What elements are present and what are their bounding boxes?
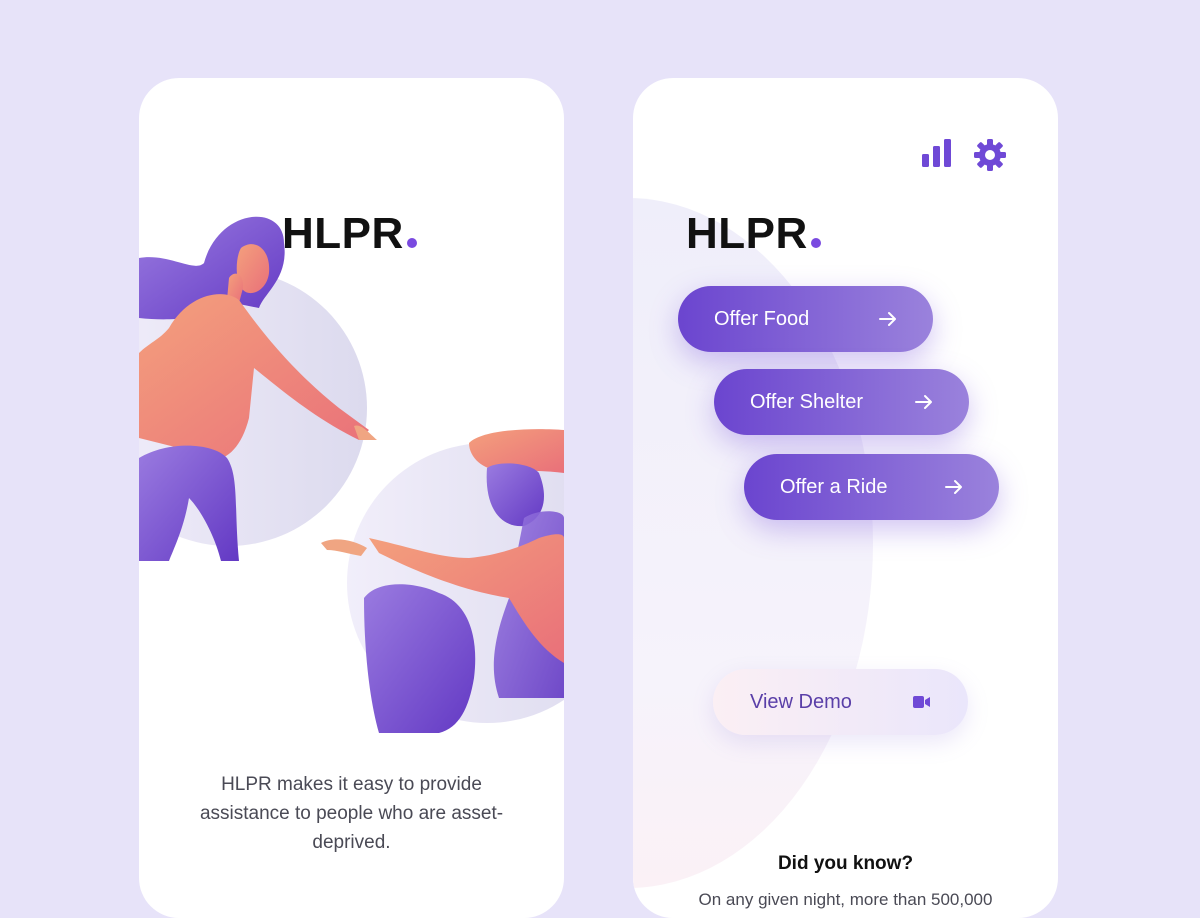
- home-screen: HLPR Offer Food Offer Shelter Offer a Ri…: [633, 78, 1058, 918]
- logo-text: HLPR: [686, 209, 808, 258]
- onboarding-screen: HLPR HLPR makes it easy to provide assis…: [139, 78, 564, 918]
- offer-shelter-button[interactable]: Offer Shelter: [714, 369, 969, 435]
- logo-dot: [406, 238, 417, 248]
- arrow-right-icon: [915, 395, 932, 409]
- view-demo-label: View Demo: [750, 690, 852, 713]
- offer-shelter-label: Offer Shelter: [750, 390, 864, 413]
- app-logo: HLPR: [282, 212, 417, 256]
- arrow-right-icon: [879, 312, 896, 326]
- did-you-know-title: Did you know?: [777, 853, 914, 874]
- offer-food-label: Offer Food: [714, 307, 810, 330]
- bar-chart-icon[interactable]: [919, 136, 957, 174]
- tagline-text: HLPR makes it easy to provide assistance…: [199, 774, 504, 853]
- gear-icon[interactable]: [971, 136, 1009, 174]
- app-logo: HLPR: [686, 212, 821, 256]
- offer-food-button[interactable]: Offer Food: [678, 286, 933, 352]
- helping-hands-illustration: [139, 216, 564, 733]
- logo-text: HLPR: [282, 209, 404, 258]
- arrow-right-icon: [945, 480, 962, 494]
- video-camera-icon: [913, 696, 930, 708]
- offer-ride-label: Offer a Ride: [780, 475, 888, 498]
- view-demo-button[interactable]: View Demo: [713, 669, 968, 735]
- offer-ride-button[interactable]: Offer a Ride: [744, 454, 999, 520]
- logo-dot: [810, 238, 821, 248]
- did-you-know-text: On any given night, more than 500,000: [698, 890, 993, 909]
